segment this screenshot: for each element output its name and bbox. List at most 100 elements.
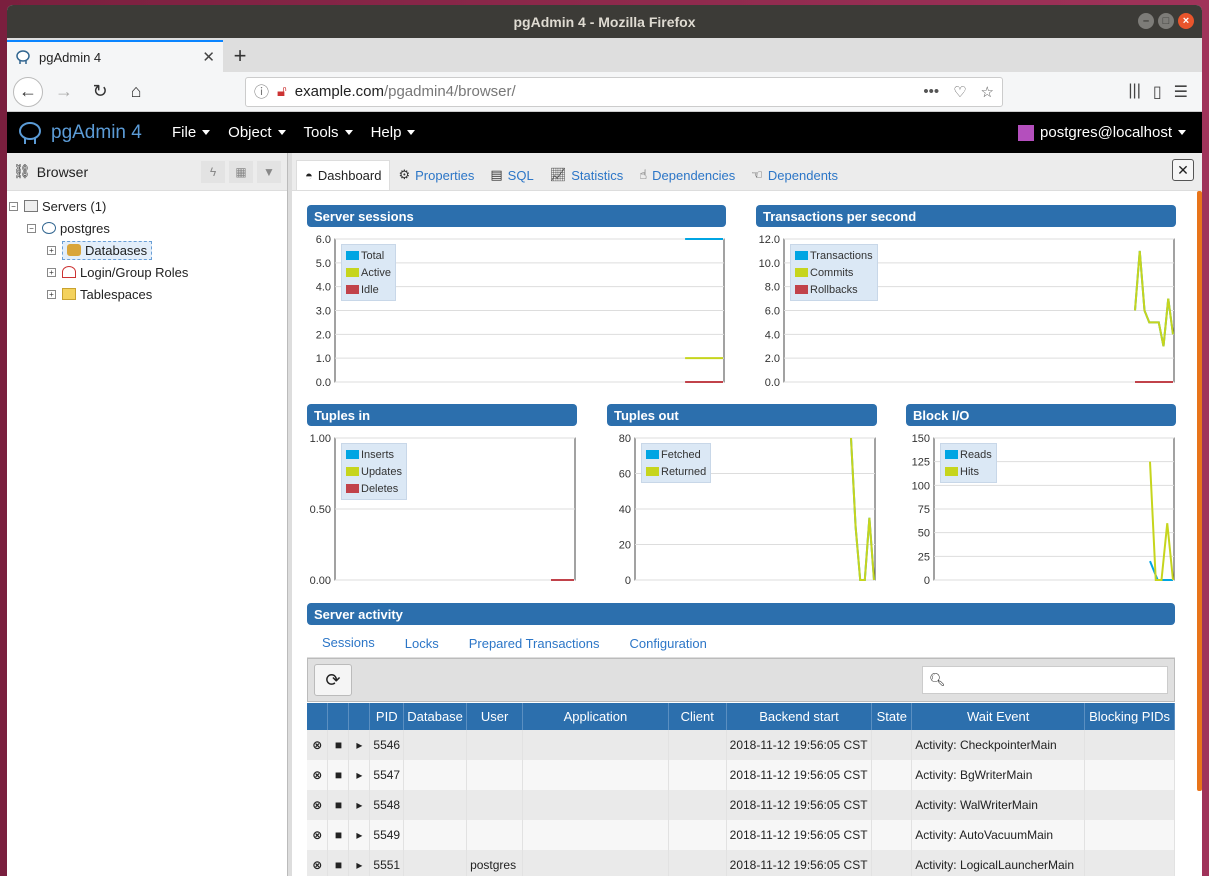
cancel-icon[interactable]: ⊗ bbox=[307, 790, 329, 820]
refresh-button[interactable]: ⟳ bbox=[314, 664, 352, 696]
url-host: example.com bbox=[294, 83, 384, 100]
tree-databases[interactable]: + Databases bbox=[7, 239, 287, 261]
sessions-table: PID Database User Application Client Backend … bbox=[307, 703, 1175, 876]
table-row[interactable]: ⊗ ■ ▸ 5548 2018-11-12 19:56:05 CST Activity: … bbox=[307, 790, 1175, 820]
tab-prepared-transactions[interactable]: Prepared Transactions bbox=[454, 636, 615, 651]
home-button[interactable]: ⌂ bbox=[121, 77, 151, 107]
pgadmin-brand[interactable]: pgAdmin 4 bbox=[17, 121, 172, 145]
tree-server-postgres[interactable]: − postgres bbox=[7, 217, 287, 239]
column-header[interactable] bbox=[327, 703, 350, 730]
expand-row-icon[interactable]: ▸ bbox=[348, 820, 371, 850]
tree-roles[interactable]: + Login/Group Roles bbox=[7, 261, 287, 283]
expand-icon[interactable]: + bbox=[47, 245, 56, 255]
tab-dependents[interactable]: ☜ Dependents bbox=[743, 160, 846, 190]
minimize-button[interactable]: – bbox=[1138, 13, 1154, 29]
search-input[interactable] bbox=[951, 672, 1167, 688]
expand-row-icon[interactable]: ▸ bbox=[348, 760, 371, 790]
expand-row-icon[interactable]: ▸ bbox=[348, 850, 371, 876]
y-tick-label: 40 bbox=[619, 504, 631, 516]
tree-tablespaces[interactable]: + Tablespaces bbox=[7, 283, 287, 305]
table-cell bbox=[1084, 790, 1175, 820]
new-tab-button[interactable]: + bbox=[223, 40, 257, 72]
expand-icon[interactable]: + bbox=[47, 289, 56, 299]
collapse-icon[interactable]: − bbox=[9, 201, 18, 211]
scrollbar[interactable] bbox=[1197, 191, 1202, 791]
search-box[interactable]: 🔍︎ bbox=[922, 666, 1168, 694]
back-button[interactable]: ← bbox=[13, 76, 43, 107]
browser-tab[interactable]: pgAdmin 4 ✕ bbox=[7, 40, 223, 72]
hand-icon: ☜ bbox=[751, 167, 763, 182]
line-chart-icon: 📈︎ bbox=[549, 167, 567, 182]
info-icon[interactable]: ⓘ bbox=[254, 81, 269, 102]
cancel-icon[interactable]: ⊗ bbox=[307, 850, 329, 876]
expand-row-icon[interactable]: ▸ bbox=[348, 790, 371, 820]
maximize-button[interactable]: □ bbox=[1158, 13, 1174, 29]
column-header[interactable] bbox=[307, 703, 329, 730]
collapse-icon[interactable]: − bbox=[27, 223, 36, 233]
tab-sessions[interactable]: Sessions bbox=[307, 635, 390, 652]
terminate-icon[interactable]: ■ bbox=[327, 760, 350, 790]
legend-label: Inserts bbox=[361, 448, 395, 461]
legend-swatch bbox=[945, 467, 958, 476]
menu-help[interactable]: Help bbox=[371, 124, 416, 141]
user-menu[interactable]: postgres@localhost bbox=[1018, 124, 1192, 141]
cancel-icon[interactable]: ⊗ bbox=[307, 820, 329, 850]
tab-configuration[interactable]: Configuration bbox=[615, 636, 722, 651]
hamburger-menu-icon[interactable]: ☰ bbox=[1174, 82, 1188, 102]
terminate-icon[interactable]: ■ bbox=[327, 790, 350, 820]
cancel-icon[interactable]: ⊗ bbox=[307, 730, 329, 760]
column-header[interactable]: Blocking PIDs bbox=[1084, 703, 1175, 730]
reload-button[interactable]: ↻ bbox=[85, 77, 115, 107]
tab-properties[interactable]: ⚙ Properties bbox=[390, 160, 482, 190]
view-data-icon[interactable]: ▦ bbox=[229, 160, 253, 183]
table-cell bbox=[403, 850, 468, 876]
column-header[interactable]: State bbox=[871, 703, 913, 730]
library-icon[interactable]: ||| bbox=[1128, 82, 1140, 102]
terminate-icon[interactable]: ■ bbox=[327, 820, 350, 850]
table-cell bbox=[1084, 730, 1175, 760]
bookmark-star-icon[interactable]: ☆ bbox=[981, 83, 994, 101]
cancel-icon[interactable]: ⊗ bbox=[307, 760, 329, 790]
page-actions-icon[interactable]: ••• bbox=[923, 83, 939, 101]
menu-tools[interactable]: Tools bbox=[304, 124, 353, 141]
close-window-button[interactable]: × bbox=[1178, 13, 1194, 29]
filter-icon[interactable]: ▼ bbox=[257, 160, 281, 183]
sidebar-icon[interactable]: ▯ bbox=[1153, 82, 1162, 102]
tab-sql[interactable]: ▤ SQL bbox=[482, 160, 541, 190]
tab-dashboard[interactable]: ◓ Dashboard bbox=[296, 160, 391, 190]
tree-servers[interactable]: − Servers (1) bbox=[7, 195, 287, 217]
table-row[interactable]: ⊗ ■ ▸ 5551 postgres 2018-11-12 19:56:05 CST Ac… bbox=[307, 850, 1175, 876]
column-header[interactable]: Client bbox=[668, 703, 727, 730]
y-tick-label: 3.0 bbox=[316, 306, 331, 318]
pocket-icon[interactable]: ♡ bbox=[953, 83, 966, 101]
expand-row-icon[interactable]: ▸ bbox=[348, 730, 371, 760]
tab-dependencies[interactable]: ☝ Dependencies bbox=[631, 160, 743, 190]
tab-statistics[interactable]: 📈︎ Statistics bbox=[542, 160, 632, 190]
legend-label: Transactions bbox=[810, 249, 873, 262]
column-header[interactable]: Wait Event bbox=[911, 703, 1086, 730]
menu-object[interactable]: Object bbox=[228, 124, 286, 141]
query-tool-icon[interactable]: ϟ bbox=[201, 160, 225, 183]
menu-file[interactable]: File bbox=[172, 124, 211, 141]
column-header[interactable]: Database bbox=[403, 703, 468, 730]
column-header[interactable]: Application bbox=[522, 703, 669, 730]
legend-item: Deletes bbox=[346, 480, 402, 497]
terminate-icon[interactable]: ■ bbox=[327, 730, 350, 760]
elephant-logo-icon bbox=[19, 121, 41, 144]
forward-button[interactable]: → bbox=[49, 77, 79, 107]
table-row[interactable]: ⊗ ■ ▸ 5547 2018-11-12 19:56:05 CST Activity: … bbox=[307, 760, 1175, 790]
table-row[interactable]: ⊗ ■ ▸ 5549 2018-11-12 19:56:05 CST Activity: … bbox=[307, 820, 1175, 850]
column-header[interactable]: Backend start bbox=[726, 703, 873, 730]
y-tick-label: 1.00 bbox=[310, 433, 331, 445]
close-tab-icon[interactable]: ✕ bbox=[202, 48, 215, 66]
table-row[interactable]: ⊗ ■ ▸ 5546 2018-11-12 19:56:05 CST Activity: … bbox=[307, 730, 1175, 760]
column-header[interactable] bbox=[348, 703, 371, 730]
column-header[interactable]: User bbox=[466, 703, 524, 730]
refresh-icon: ⟳ bbox=[325, 669, 341, 690]
terminate-icon[interactable]: ■ bbox=[327, 850, 350, 876]
close-panel-button[interactable]: ✕ bbox=[1172, 159, 1194, 181]
expand-icon[interactable]: + bbox=[47, 267, 56, 277]
url-bar[interactable]: ⓘ 🔓︎ example.com/pgadmin4/browser/ ••• ♡… bbox=[245, 76, 1003, 107]
column-header[interactable]: PID bbox=[369, 703, 405, 730]
tab-locks[interactable]: Locks bbox=[390, 636, 454, 651]
